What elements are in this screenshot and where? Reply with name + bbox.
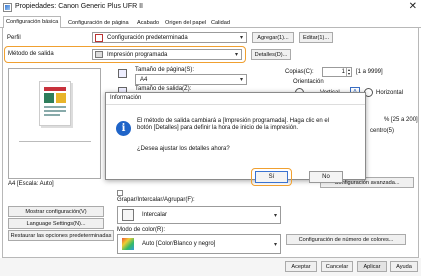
no-button[interactable]: No: [309, 171, 343, 183]
chevron-down-icon: ▾: [239, 35, 243, 41]
copies-range: [1 a 9999]: [356, 69, 383, 75]
perfil-select[interactable]: Configuración predeterminada ▾: [92, 32, 247, 43]
cancel-button[interactable]: Cancelar: [321, 261, 353, 272]
color-mode-label: Modo de color(R):: [117, 227, 166, 233]
zoom-range: % [25 a 200]: [384, 117, 418, 123]
centro-label: centro(5): [370, 128, 395, 134]
orientation-label: Orientación: [293, 79, 324, 85]
copies-label: Copias(C):: [285, 69, 314, 75]
tab-configuracion-pagina[interactable]: Configuración de página: [65, 17, 132, 28]
printer-icon: [95, 51, 103, 58]
close-icon[interactable]: ✕: [409, 1, 417, 12]
profile-icon: [95, 34, 103, 42]
page-preview-image: [39, 81, 71, 126]
edit-profile-button[interactable]: Editar(1)...: [299, 32, 333, 43]
copies-stepper[interactable]: 1 ▴ ▾: [322, 67, 352, 77]
dialog-title-bar: Información: [106, 93, 365, 105]
window-title: Propiedades: Canon Generic Plus UFR II: [15, 3, 144, 10]
details-button[interactable]: Detalles(D)...: [251, 49, 291, 60]
information-dialog: Información i El método de salida cambia…: [105, 92, 366, 180]
help-button[interactable]: Ayuda: [390, 261, 418, 272]
horizontal-label: Horizontal: [376, 90, 404, 96]
page-size-icon: [118, 69, 127, 78]
perfil-label: Perfil: [7, 35, 21, 41]
chevron-down-icon: ▾: [239, 77, 243, 83]
group-select[interactable]: Intercalar ▾: [117, 206, 281, 224]
dialog-message: El método de salida cambiará a [Impresió…: [137, 118, 330, 131]
page-size-value: A4: [140, 77, 148, 83]
title-bar: Propiedades: Canon Generic Plus UFR II ✕: [0, 0, 421, 15]
metodo-select[interactable]: Impresión programada ▾: [92, 49, 242, 60]
tab-origen-papel[interactable]: Origen del papel: [162, 17, 209, 28]
chevron-down-icon: ▾: [273, 242, 277, 248]
preview-caption: A4 [Escala: Auto]: [8, 181, 54, 187]
language-settings-button[interactable]: Language Settings(N)...: [8, 218, 104, 229]
metodo-label: Método de salida: [8, 51, 54, 57]
yes-button[interactable]: Sí: [255, 171, 288, 183]
color-mode-select[interactable]: Auto [Color/Blanco y negro] ▾: [117, 234, 281, 254]
stepper-arrows-icon[interactable]: ▴ ▾: [346, 68, 351, 76]
color-count-button[interactable]: Configuración de número de colores...: [286, 234, 406, 245]
group-value: Intercalar: [142, 212, 168, 218]
chevron-down-icon: ▾: [273, 213, 277, 219]
show-settings-button[interactable]: Mostrar configuración(V): [8, 206, 104, 217]
metodo-value: Impresión programada: [107, 52, 168, 58]
perfil-value: Configuración predeterminada: [107, 35, 188, 41]
add-profile-button[interactable]: Agregar(1)...: [252, 32, 294, 43]
color-mode-value: Auto [Color/Blanco y negro]: [142, 241, 216, 247]
dialog-title: Información: [110, 95, 142, 101]
print-preview: [8, 68, 101, 179]
preview-output-tray: [19, 141, 91, 161]
printer-app-icon: [3, 3, 12, 12]
page-size-select[interactable]: A4 ▾: [135, 74, 247, 85]
apply-button[interactable]: Aplicar: [357, 261, 387, 272]
group-checkbox[interactable]: [117, 190, 123, 196]
chevron-down-icon: ▾: [234, 52, 238, 58]
dialog-question: ¿Desea ajustar los detalles ahora?: [137, 146, 230, 152]
group-label: Grapar/Intercalar/Agrupar(F):: [117, 197, 195, 203]
collate-icon: [122, 209, 134, 221]
tab-strip: Configuración básica Configuración de pá…: [0, 15, 421, 29]
info-icon: i: [116, 121, 131, 136]
restore-defaults-button[interactable]: Restaurar las opciones predeterminadas: [8, 230, 114, 241]
tab-acabado[interactable]: Acabado: [134, 17, 162, 28]
accept-button[interactable]: Aceptar: [285, 261, 317, 272]
page-size-label: Tamaño de página(S):: [135, 67, 195, 73]
copies-value: 1: [341, 69, 345, 75]
tab-calidad[interactable]: Calidad: [208, 17, 233, 28]
color-mode-icon: [122, 238, 134, 250]
